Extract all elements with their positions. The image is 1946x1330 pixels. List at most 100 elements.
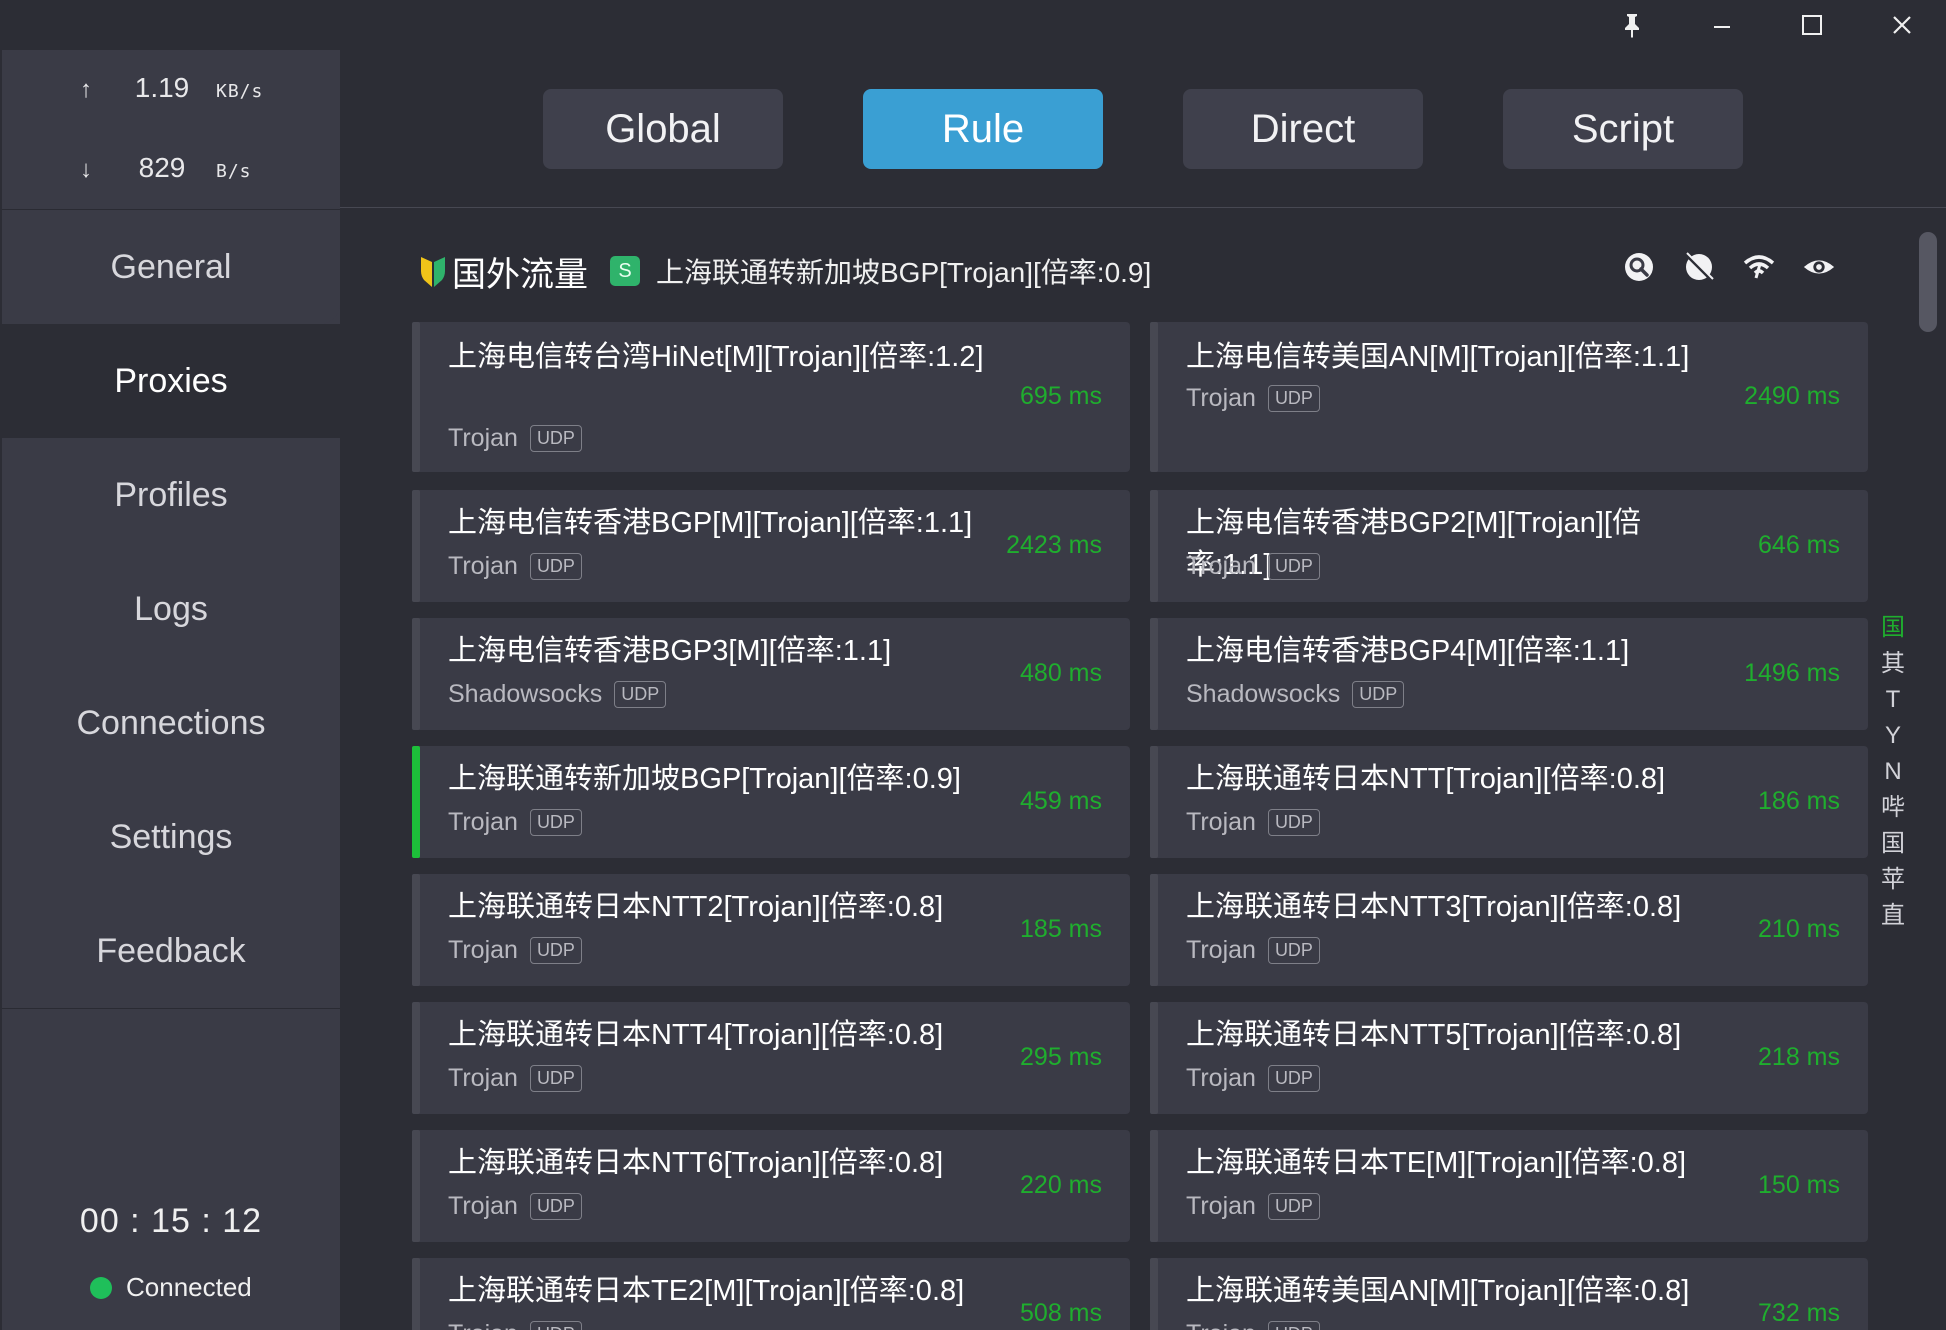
proxy-delay[interactable]: 2423 ms <box>1006 531 1102 560</box>
mode-direct-button[interactable]: Direct <box>1183 89 1423 169</box>
proxy-meta: Trojan UDP <box>448 1064 582 1093</box>
index-letter[interactable]: 直 <box>1881 898 1905 934</box>
sidebar-item-proxies[interactable]: Proxies <box>2 324 340 438</box>
proxy-name: 上海联通转新加坡BGP[Trojan][倍率:0.9] <box>448 763 961 795</box>
mode-script-button[interactable]: Script <box>1503 89 1743 169</box>
proxy-delay[interactable]: 186 ms <box>1758 787 1840 816</box>
proxy-delay[interactable]: 459 ms <box>1020 787 1102 816</box>
sidebar-item-profiles[interactable]: Profiles <box>2 438 340 552</box>
upload-value: 1.19 <box>134 72 190 103</box>
proxy-meta: Trojan UDP <box>448 1192 582 1221</box>
sidebar-item-logs[interactable]: Logs <box>2 552 340 666</box>
proxy-type: Trojan <box>448 424 518 452</box>
proxy-delay[interactable]: 1496 ms <box>1744 659 1840 688</box>
index-letter[interactable]: 国 <box>1881 610 1905 646</box>
proxy-card[interactable]: 上海联通转日本NTT5[Trojan][倍率:0.8] Trojan UDP 218 … <box>1150 1002 1868 1114</box>
proxy-card[interactable]: 上海联通转日本NTT3[Trojan][倍率:0.8] Trojan UDP 210 … <box>1150 874 1868 986</box>
location-off-icon <box>1684 252 1714 282</box>
proxy-delay[interactable]: 508 ms <box>1020 1299 1102 1328</box>
selected-indicator <box>412 746 420 858</box>
group-tools <box>1622 250 1836 284</box>
card-accent-bar <box>1150 1002 1158 1114</box>
upload-arrow-icon: ↑ <box>80 76 92 103</box>
maximize-button[interactable] <box>1767 0 1857 50</box>
mode-global-button[interactable]: Global <box>543 89 783 169</box>
proxy-card[interactable]: 上海联通转日本TE[M][Trojan][倍率:0.8] Trojan UDP 150… <box>1150 1130 1868 1242</box>
speed-test-button[interactable] <box>1742 250 1776 284</box>
index-letter[interactable]: N <box>1884 754 1901 790</box>
proxy-type: Trojan <box>448 1320 518 1330</box>
proxy-delay[interactable]: 2490 ms <box>1744 382 1840 411</box>
locate-button[interactable] <box>1622 250 1656 284</box>
index-letter[interactable]: 国 <box>1881 826 1905 862</box>
proxy-delay[interactable]: 185 ms <box>1020 915 1102 944</box>
group-index-bar: 国其TYN哔国苹直 <box>1878 610 1908 934</box>
upload-speed: ↑ 1.19 KB/s <box>80 72 263 104</box>
proxy-card[interactable]: 上海电信转美国AN[M][Trojan][倍率:1.1] Trojan UDP 249… <box>1150 322 1868 472</box>
proxy-card[interactable]: 上海联通转日本NTT2[Trojan][倍率:0.8] Trojan UDP 185 … <box>412 874 1130 986</box>
proxy-delay[interactable]: 480 ms <box>1020 659 1102 688</box>
sidebar-item-feedback[interactable]: Feedback <box>2 894 340 1008</box>
index-letter[interactable]: Y <box>1885 718 1901 754</box>
download-speed: ↓ 829 B/s <box>80 152 252 184</box>
proxy-delay[interactable]: 295 ms <box>1020 1043 1102 1072</box>
index-letter[interactable]: 哔 <box>1881 790 1905 826</box>
udp-badge: UDP <box>1267 1065 1320 1092</box>
sidebar-item-general[interactable]: General <box>2 210 340 324</box>
proxy-card[interactable]: 上海电信转香港BGP3[M][倍率:1.1] Shadowsocks UDP 480 … <box>412 618 1130 730</box>
proxy-card[interactable]: 上海联通转美国AN[M][Trojan][倍率:0.8] Trojan UDP 732… <box>1150 1258 1868 1330</box>
proxy-delay[interactable]: 732 ms <box>1758 1299 1840 1328</box>
pin-button[interactable] <box>1587 0 1677 50</box>
sidebar-divider <box>2 1008 340 1009</box>
proxy-meta: Trojan UDP <box>448 424 582 453</box>
proxy-delay[interactable]: 218 ms <box>1758 1043 1840 1072</box>
udp-badge: UDP <box>1267 809 1320 836</box>
proxy-card[interactable]: 上海电信转香港BGP4[M][倍率:1.1] Shadowsocks UDP 1496… <box>1150 618 1868 730</box>
udp-badge: UDP <box>529 425 582 452</box>
proxy-card[interactable]: 上海电信转香港BGP[M][Trojan][倍率:1.1] Trojan UDP 24… <box>412 490 1130 602</box>
proxy-card[interactable]: 上海联通转日本NTT4[Trojan][倍率:0.8] Trojan UDP 295 … <box>412 1002 1130 1114</box>
proxy-group-header[interactable]: 国外流量 S 上海联通转新加坡BGP[Trojan][倍率:0.9] <box>420 246 1151 296</box>
close-button[interactable] <box>1857 0 1946 50</box>
proxy-card[interactable]: 上海联通转日本TE2[M][Trojan][倍率:0.8] Trojan UDP 50… <box>412 1258 1130 1330</box>
udp-badge: UDP <box>1267 553 1320 580</box>
maximize-icon <box>1802 15 1822 35</box>
proxy-card[interactable]: 上海电信转台湾HiNet[M][Trojan][倍率:1.2] Trojan UDP… <box>412 322 1130 472</box>
proxy-meta: Trojan UDP <box>448 808 582 837</box>
minimize-button[interactable] <box>1677 0 1767 50</box>
mode-rule-button[interactable]: Rule <box>863 89 1103 169</box>
index-letter[interactable]: T <box>1886 682 1901 718</box>
index-letter[interactable]: 其 <box>1881 646 1905 682</box>
sidebar-item-settings[interactable]: Settings <box>2 780 340 894</box>
proxy-meta: Shadowsocks UDP <box>448 680 667 709</box>
upload-unit: KB/s <box>216 81 264 102</box>
proxy-name: 上海联通转日本TE2[M][Trojan][倍率:0.8] <box>448 1275 965 1307</box>
proxy-meta: Trojan UDP <box>1186 384 1320 413</box>
proxy-delay[interactable]: 210 ms <box>1758 915 1840 944</box>
sidebar-nav: General Proxies Profiles Logs Connections Set… <box>2 210 340 1008</box>
proxy-delay[interactable]: 150 ms <box>1758 1171 1840 1200</box>
proxy-delay[interactable]: 695 ms <box>1020 382 1102 411</box>
proxy-name: 上海电信转台湾HiNet[M][Trojan][倍率:1.2] <box>448 341 984 373</box>
traffic-panel: ↑ 1.19 KB/s ↓ 829 B/s <box>2 50 340 210</box>
proxy-delay[interactable]: 220 ms <box>1020 1171 1102 1200</box>
group-type-badge: S <box>610 256 640 286</box>
proxy-meta: Trojan UDP <box>1186 1064 1320 1093</box>
scrollbar-thumb[interactable] <box>1919 232 1937 332</box>
sidebar-item-connections[interactable]: Connections <box>2 666 340 780</box>
proxy-card[interactable]: 上海电信转香港BGP2[M][Trojan][倍率:1.1] Trojan UDP 6… <box>1150 490 1868 602</box>
proxy-delay[interactable]: 646 ms <box>1758 531 1840 560</box>
proxy-card[interactable]: 上海联通转新加坡BGP[Trojan][倍率:0.9] Trojan UDP 459 … <box>412 746 1130 858</box>
proxy-card[interactable]: 上海联通转日本NTT6[Trojan][倍率:0.8] Trojan UDP 220 … <box>412 1130 1130 1242</box>
location-off-button[interactable] <box>1682 250 1716 284</box>
session-timer: 00 : 15 : 12 <box>79 1202 263 1240</box>
proxy-meta: Trojan UDP <box>1186 552 1320 581</box>
download-unit: B/s <box>216 161 252 182</box>
index-letter[interactable]: 苹 <box>1881 862 1905 898</box>
proxy-name: 上海联通转日本NTT5[Trojan][倍率:0.8] <box>1186 1019 1682 1051</box>
toggle-visibility-button[interactable] <box>1802 250 1836 284</box>
udp-badge: UDP <box>1267 937 1320 964</box>
proxy-card[interactable]: 上海联通转日本NTT[Trojan][倍率:0.8] Trojan UDP 186 m… <box>1150 746 1868 858</box>
card-accent-bar <box>412 322 420 472</box>
download-value: 829 <box>138 152 186 183</box>
